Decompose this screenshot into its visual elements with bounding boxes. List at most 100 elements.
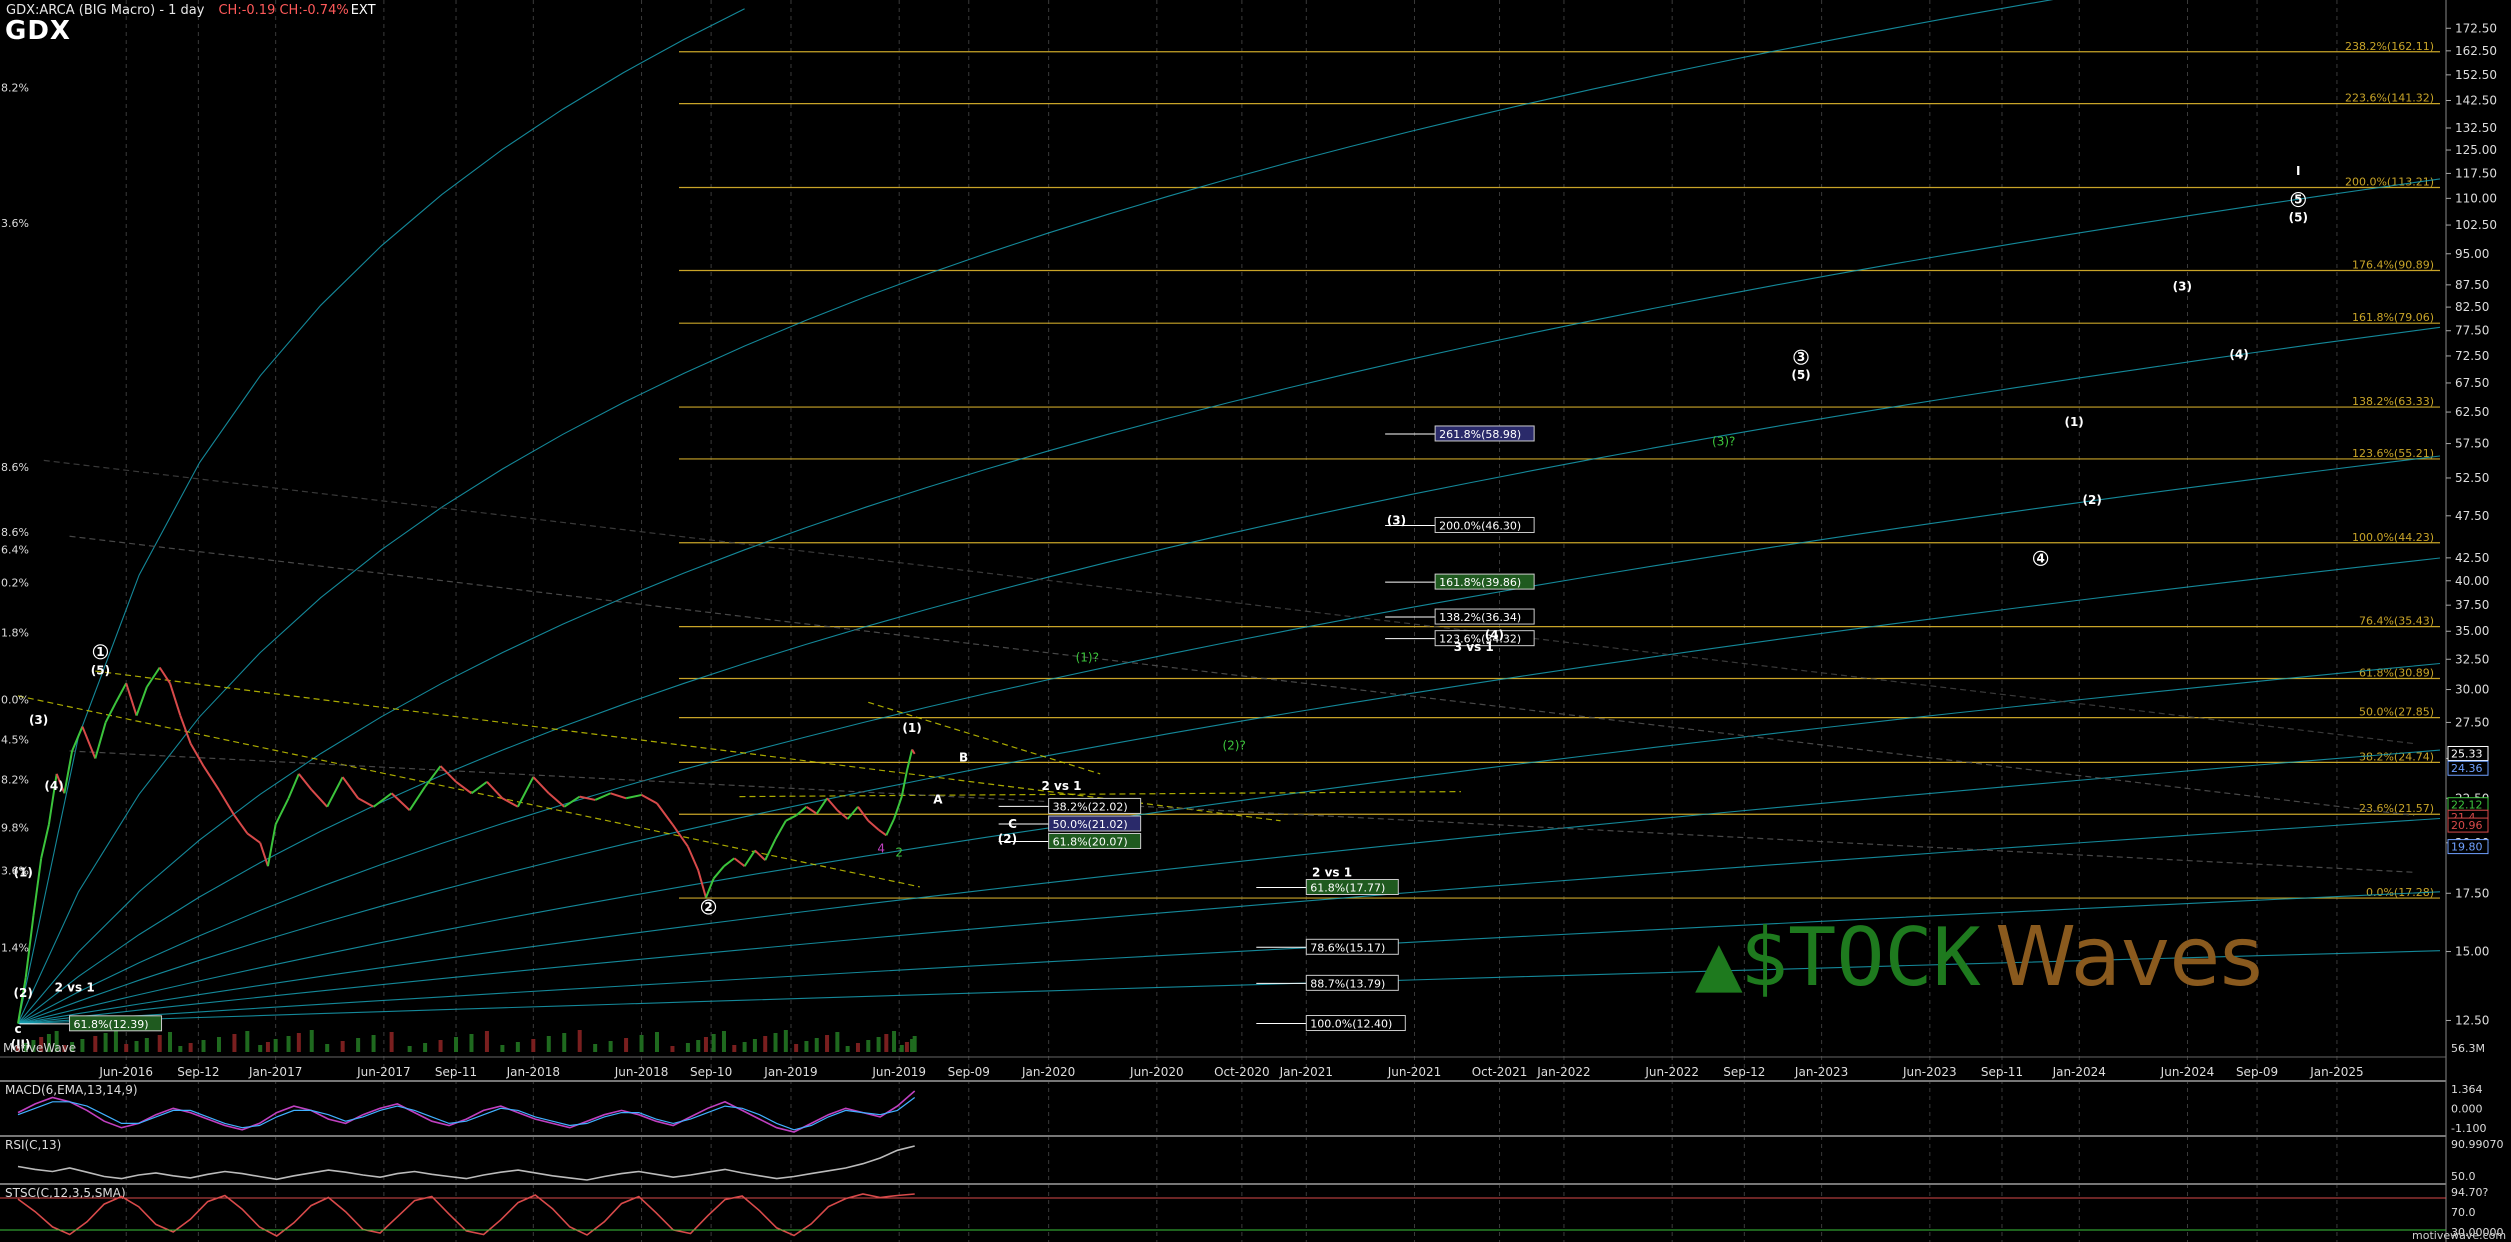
x-tick-label: Sep-09 [2236,1065,2278,1079]
trend-line [43,459,2415,745]
rsi-title: RSI(C,13) [5,1138,61,1152]
wave-label: 4 [2036,551,2044,565]
gann-line [17,178,2441,1024]
volume-bar [866,1040,871,1052]
price-segment [125,682,138,716]
price-segment [341,776,359,799]
y-tick-label: 117.50 [2455,166,2497,180]
fib-label: 176.4%(90.89) [2352,258,2434,271]
volume-bar [80,1039,85,1052]
y-tick-label: 62.50 [2455,405,2489,419]
volume-bar [245,1031,250,1052]
left-axis-pct: 9.8% [1,822,29,835]
price-segment [846,806,859,820]
x-tick-label: Oct-2021 [1472,1065,1528,1079]
volume-bar [273,1039,278,1052]
fib-label: 61.8%(30.89) [2359,666,2434,679]
left-axis-pct: 8.6% [1,461,29,474]
volume-bar [639,1035,644,1052]
fib-label: 138.2%(63.33) [2352,395,2434,408]
price-segment [40,824,50,859]
wave-label: (3) [1387,514,1406,528]
volume-bar [904,1042,909,1052]
wave-label: 2 [704,900,712,914]
price-segment [805,805,818,815]
volume-bar [884,1034,889,1052]
left-axis-pct: 3.6% [1,217,29,230]
wave-label: 3 vs 1 [1454,640,1494,654]
wave-label: 3 [1797,350,1805,364]
x-tick-label: Jan-2025 [2309,1065,2363,1079]
y-tick-label: 102.50 [2455,218,2497,232]
volume-bar [721,1031,726,1052]
stockwaves-watermark: ▲$TOCK Waves [1695,910,2263,1005]
left-axis-pct: 4.5% [1,734,29,747]
wave-label: A [933,792,943,806]
x-tick-label: Jun-2017 [356,1065,411,1079]
y-tick-label: 132.50 [2455,121,2497,135]
volume-bar [484,1031,489,1052]
x-tick-label: Jan-2019 [763,1065,817,1079]
price-segment [390,792,411,811]
price-segment [71,726,84,752]
fib-levels: 238.2%(162.11)223.6%(141.32)200.0%(113.2… [679,40,2440,899]
macd-line [17,1090,916,1133]
price-tag: 20.96 [2451,819,2483,832]
price-segment [218,789,236,816]
motivewave-label: MotiveWave [3,1041,77,1055]
volume-bar [423,1043,428,1052]
price-segment [532,776,550,794]
x-tick-label: Jun-2019 [871,1065,926,1079]
volume-bar [876,1037,881,1052]
y-tick-label: 77.50 [2455,324,2489,338]
wave-label: c [14,1022,21,1036]
volume-bar [899,1045,904,1052]
volume-bar [469,1034,474,1052]
wave-label: (5) [91,664,110,678]
gann-fan [17,0,2441,1025]
x-tick-label: Jun-2020 [1129,1065,1184,1079]
macd-title: MACD(6,EMA,13,14,9) [5,1083,138,1097]
fib-label: 161.8%(79.06) [2352,311,2434,324]
volume-bar [232,1034,237,1052]
x-tick-label: Sep-09 [948,1065,990,1079]
volume-bar [696,1040,701,1052]
stochastic-value: 94.70? [2451,1186,2488,1199]
x-tick-label: Oct-2020 [1214,1065,1270,1079]
x-tick-label: Jan-2022 [1536,1065,1590,1079]
y-tick-label: 47.50 [2455,509,2489,523]
x-tick-label: Jan-2021 [1279,1065,1333,1079]
alt-wave-label: 4 [877,841,885,855]
ext-flag: EXT [350,3,376,18]
wave-label: 1 [96,645,104,659]
volume-bar [265,1042,270,1052]
x-tick-label: Jan-2017 [248,1065,302,1079]
price-segment [135,686,148,716]
price-segment [774,820,787,840]
price-segment [867,820,880,831]
price-segment [548,792,565,808]
x-tick-label: Jun-2023 [1902,1065,1957,1079]
wave-label: (1) [902,721,921,735]
volume-bar [157,1035,162,1052]
rsi-line [17,1145,915,1181]
price-segment [878,828,887,837]
x-tick-label: Jan-2023 [1794,1065,1848,1079]
price-segment [743,849,756,867]
volume-bar [188,1043,193,1052]
projection-label: 200.0%(46.30) [1439,519,1521,532]
wave-label: C [1008,817,1017,831]
price-tag: 19.80 [2451,841,2483,854]
x-tick-label: Jan-2018 [506,1065,560,1079]
watermark-triangle: ▲ [1695,927,1743,1000]
volume-bar [340,1041,345,1052]
price-segment [372,792,393,808]
price-segment [266,824,277,867]
left-axis-pct: 0.0% [1,694,29,707]
y-tick-label: 27.50 [2455,715,2489,729]
watermark-left: $TOCK [1740,911,1981,1004]
y-tick-label: 152.50 [2455,68,2497,82]
x-tick-label: Jun-2016 [98,1065,153,1079]
alt-wave-label: (3)? [1712,435,1735,449]
price-tag: 25.33 [2451,747,2483,760]
